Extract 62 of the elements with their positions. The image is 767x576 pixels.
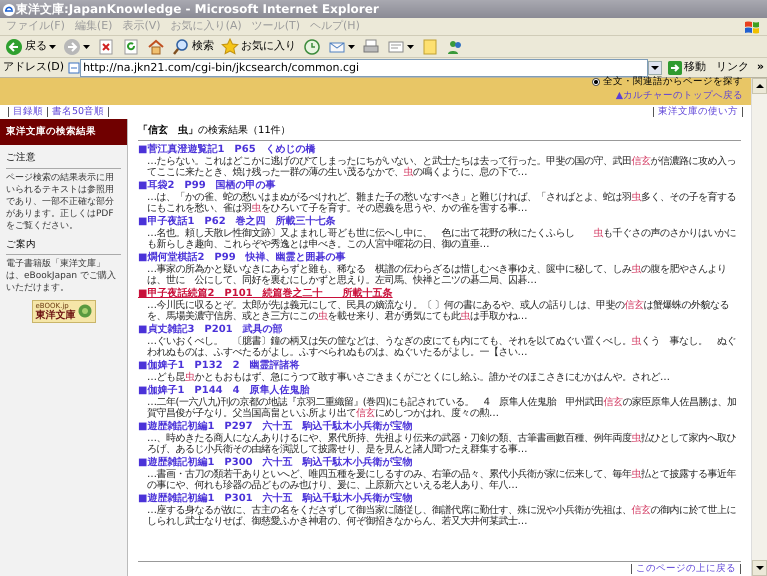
result-title-link[interactable]: ■甲子夜話1 P62 巻之四 所載三十七条 [138,216,336,228]
back-arrow-button[interactable]: 戻る [4,38,57,56]
search-button[interactable]: 検索 [171,38,215,56]
result-title-link[interactable]: ■遊歴雑記初編1 P301 六十五 駒込千駄木小兵衛が宝物 [138,493,413,505]
result-title-link[interactable]: ■遊歴雑記初編1 P300 六十五 駒込千駄木小兵衛が宝物 [138,457,413,469]
search-icon [172,38,190,56]
section-heading: ご注意 [6,151,121,168]
result-title-link[interactable]: ■伽婢子1 P132 2 幽霊評諸将 [138,360,300,372]
caret-icon[interactable] [407,44,414,50]
result-title-link[interactable]: ■貞丈雑記3 P201 武具の部 [138,324,283,336]
browser-logo-icon [2,2,16,17]
result-snippet: …たらない。これはどこかに逃げのびてしまったにちがいない、と武士たちは去って行った。甲斐の国の守、武田信玄が信濃路に攻め入ってここに来たとき、焼け残った一群の薄の生い茂るなかで、虫の鳴くように、息の下で… [146,156,737,178]
help-link[interactable]: 東洋文庫の使い方 [653,107,743,117]
result-snippet: …二年(一六八九)刊の京都の地誌『京羽二重織留』(巻四)にも記されている。 4 原隼人佐鬼胎 甲州武田信玄の家臣原隼人佐昌勝は、加賀守昌俊が子なり。父当国高畠といふ所より出て信玄にめしつかはれ、度々の勲… [146,397,738,419]
result-snippet: …ども昆虫かともおもはず、急にうつて敢す事いさごきまくがごとくにし給ふ。誰かそのほこさきにむかはんや。されど… [146,372,670,383]
links-label[interactable]: リンク [712,59,753,76]
result-title-link[interactable]: ■耳袋2 P99 国栖の甲の事 [138,180,276,192]
result-title-link[interactable]: ■燗何堂棋話2 P99 快禅、幽霊と囲碁の事 [138,252,346,264]
more-chevron[interactable]: » [756,59,764,76]
section-text: ページ検索の結果表示に用いられるテキストは参照用であり、一部不正確な部分があります。正しくはPDFをご覧ください。 [6,172,115,232]
page-icon [68,62,80,74]
scrollbar[interactable] [751,78,767,576]
stop-icon[interactable] [97,38,115,56]
result-snippet: …名也。頼し天散レ性御文跡〕又よまれし哥ども世に伝へし中に、 色に出て花野の秋にたくふらし 虫も千ぐさの声のさかりはいかにも新らしき趣向、これらぞや秀逸とは申べき。この人宮中曜花の日、御の直垂… [146,228,737,250]
seal-icon [78,304,92,318]
result-title-link[interactable]: ■甲子夜話続篇2 P101 続篇巻之二十 所載十五条 [138,288,393,300]
star-button[interactable]: お気に入り [220,38,297,56]
scroll-down-icon[interactable] [756,565,764,571]
address-field[interactable]: http://na.jkn21.com/cgi-bin/jkcsearch/common.cgi [80,58,648,76]
result-title-link[interactable]: ■伽婢子1 P144 4 原隼人佐鬼胎 [138,385,310,397]
flag-logo-icon [743,18,761,34]
section-heading: ご案内 [6,238,121,255]
result-snippet: …ぐいおくべし。 〔臆書〕鐘の柄又は矢の筐などは、うなぎの皮にても内にても、それを以てぬぐい置くべし。虫くう 事なし。 ぬぐわれぬものは、ふすべたるがよし。ふすべられぬものは、ぬぐいたるがよし。一【さい… [146,336,737,358]
refresh-icon[interactable] [122,38,140,56]
result-snippet: …今川氏に収るとぞ。太郎が先は義元にして、民具の嫡流なり。〔 〕何の書にあるや、或人の話りしは、甲斐の信玄は蟹爆蛛の外貌なるを、馬場美濃守信房、或とき三方にこの虫を載せ来り、君が勇気にても此虫は手取かね… [146,300,730,322]
clock-icon[interactable] [303,38,321,56]
result-snippet: …書画・古刀の類若干ありといへど、唯四五種を爰にしるすのみ、右筆の品々、累代小兵衛が家に伝来して、毎年虫払とて披露する事近年の事にや、何れも珍器の品どものみ也けり、爰に、上原新六といえる老人あり、年八… [146,469,737,491]
search-option[interactable]: 全文・関連語からページを探す [592,74,743,89]
result-snippet: …事家の所為かと疑いなきにあらずと雖も、稀なる 棋譜の伝わらざるは惜しむべき事ゆえ、篋中に秘して、しみ虫の腹を肥やさんよりは、世に 公にして、同好を裏むにしかずと思えり。左司馬、快禅と二ツの碁二局、囚碁… [146,264,728,286]
window-title: 東洋文庫:JapanKnowledge - Microsoft Internet Explorer [16,2,379,16]
sidebar-header: 東洋文庫の検索結果 [0,119,127,146]
index-link[interactable]: 目録順 [8,107,47,117]
caret-icon[interactable] [49,44,56,50]
result-title-link[interactable]: ■遊歴雑記初編1 P297 六十五 駒込千駄木小兵衛が宝物 [138,421,413,433]
result-title-link[interactable]: ■菅江真澄遊覧記1 P65 くめじの橋 [138,144,316,156]
go-arrow-icon [668,60,682,74]
culture-top-link[interactable]: ▲カルチャーのトップへ戻る [616,88,743,103]
section-text: 電子書籍版「東洋文庫」は、eBookJapan でご購入いただけます。 [6,258,117,294]
scroll-up-icon[interactable] [756,83,764,89]
go-button[interactable]: 移動 [666,59,708,76]
result-snippet: …、時めきたる商人になんありけるにや、累代所持、先祖より伝来の武器・刀剣の類、古筆書画數百種、例年両度虫払ひとして家内へ取ひろげ、あるじ小兵衛その由緒を演説して披露せり、是を見んと諸人聞つたえ群集する事… [146,433,737,455]
caret-icon[interactable] [348,44,355,50]
address-label: アドレス(D) [3,59,64,76]
printer-icon[interactable] [362,38,380,56]
back-to-top-link[interactable]: このページの上に戻る [631,564,741,574]
results-heading: 「信玄 虫」の検索結果（11件） [138,123,741,141]
index-link[interactable]: 書名50音順 [47,107,110,117]
result-snippet: …は、「かの雀、蛇の愁いはまぬがるべけれど、雛また子の愁いなすべき」と難じければ、「さればとよ、蛇は羽虫多く、その子を育するにもこれを愁い、雀は羽虫をひろいて子を育す。その恩義を思うや、かの雀を害する事… [146,192,737,214]
home-icon[interactable] [147,38,165,56]
star-icon [221,38,239,56]
caret-icon[interactable] [83,44,90,50]
result-snippet: …座する身なるが故に、古主の名をくださずして御当家に随従し、御譜代席に勤仕す、殊に況や小兵衛が先祖は、信玄の御内に於て世上にしられし武士なりせば、御慈愛ふかき神君の、何ぞ御招きなからん、若又大井何某武士… [146,505,737,527]
